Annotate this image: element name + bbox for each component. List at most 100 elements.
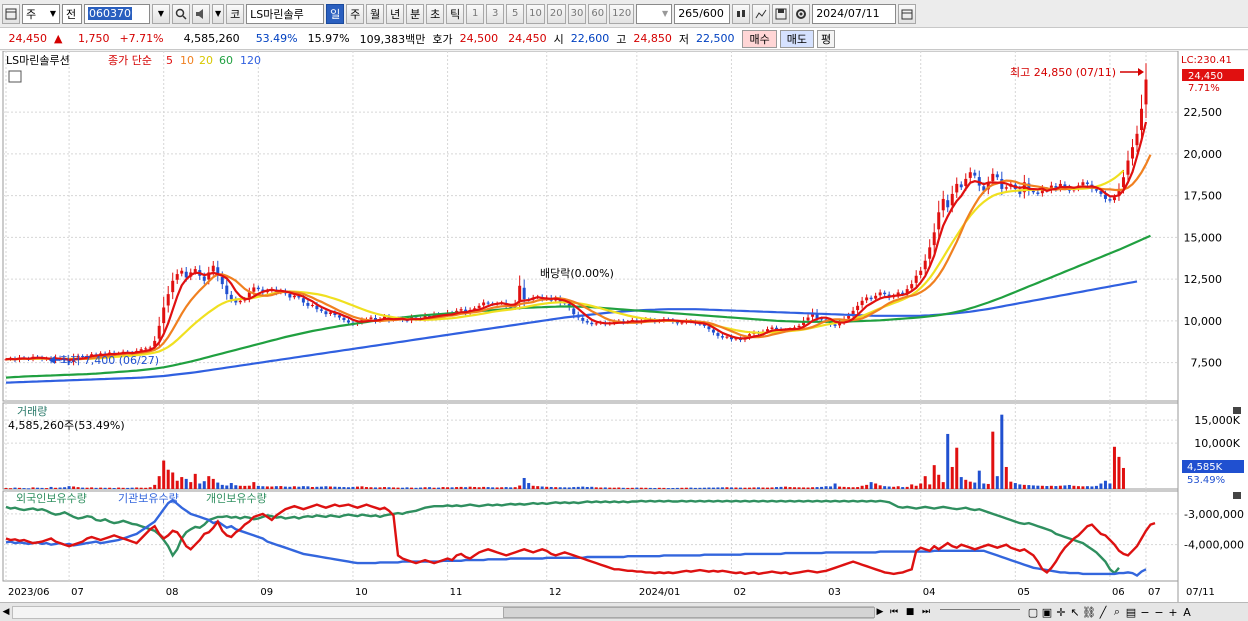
volume-bar — [549, 486, 553, 489]
ownership-panel-close-icon[interactable] — [1233, 492, 1241, 499]
line-tool-icon[interactable]: ╱ — [1096, 606, 1110, 619]
candle-body — [301, 298, 305, 303]
crosshair-icon[interactable]: ✛ — [1054, 606, 1068, 619]
interval-30-button[interactable]: 30 — [567, 3, 587, 24]
interval-1-button[interactable]: 1 — [466, 3, 485, 24]
prefix-field[interactable]: 전 — [62, 3, 82, 24]
ownership-tick-label: -4,000,000 — [1184, 539, 1244, 552]
volume-bar — [261, 486, 265, 489]
code-kind-button[interactable]: 코 — [226, 3, 245, 24]
stock-name-field[interactable]: LS마린솔루 — [246, 3, 325, 24]
volume-bar — [977, 470, 981, 489]
interval-5-button[interactable]: 5 — [506, 3, 525, 24]
code-input[interactable]: 060370 — [84, 3, 150, 24]
tool-button[interactable] — [752, 3, 771, 24]
zoom-slider[interactable] — [940, 609, 1020, 615]
zoom-in-icon[interactable]: + — [1166, 606, 1180, 619]
scroll-right-icon[interactable]: ▶ — [874, 607, 886, 617]
count-input[interactable]: 265/600 — [674, 3, 731, 24]
market-select[interactable]: 주 ▼ — [22, 3, 60, 24]
price-tick-label: 17,500 — [1184, 190, 1223, 203]
volume-bar — [49, 486, 53, 489]
volume-bar — [793, 487, 797, 489]
period-week-button[interactable]: 주 — [346, 3, 365, 24]
volume-bar — [1045, 486, 1049, 489]
code-dropdown-button[interactable]: ▼ — [152, 3, 170, 24]
candle-body — [797, 325, 801, 328]
interval-10-button[interactable]: 10 — [526, 3, 545, 24]
candle-body — [874, 295, 878, 299]
volume-bar — [1031, 485, 1035, 489]
chart-type-button[interactable] — [732, 3, 751, 24]
candle-icon — [737, 9, 746, 17]
print-icon[interactable]: ▤ — [1124, 606, 1138, 619]
split-icon[interactable]: ▣ — [1040, 606, 1054, 619]
volume-bar — [901, 487, 905, 489]
volume-bar — [563, 487, 567, 489]
eval-button[interactable]: 평 — [816, 29, 836, 48]
current-volume-pct: 53.49% — [1187, 475, 1225, 486]
grid-toggle-icon[interactable] — [8, 70, 22, 83]
candle-body — [941, 198, 945, 211]
scroll-left-icon[interactable]: ◀ — [0, 607, 12, 617]
volume-bar — [1099, 483, 1103, 489]
stock-chart[interactable]: 2023/06 07 08 09 10 11 12 2024/01 02 03 04 05 06 07 07… — [0, 50, 1248, 603]
magnifier-icon[interactable]: ⌕ — [1110, 605, 1124, 619]
interval-60-button[interactable]: 60 — [588, 3, 608, 24]
interval-20-button[interactable]: 20 — [546, 3, 566, 24]
candle-body — [946, 200, 950, 208]
forward-icon[interactable]: ⏭ — [918, 607, 934, 617]
stop-icon[interactable]: ■ — [902, 607, 918, 617]
volume-bar — [171, 472, 175, 489]
period-day-button[interactable]: 일 — [326, 3, 345, 24]
volume-bar — [842, 486, 846, 489]
candle-body — [833, 324, 837, 326]
period-second-button[interactable]: 초 — [426, 3, 445, 24]
scroll-bar: ◀ ▶ ⏮ ■ ⏭ ▢ ▣ ✛ ↖ ⛓ ╱ ⌕ ▤ − − + A — [0, 602, 1248, 621]
volume-bar — [85, 487, 89, 489]
candle-body — [319, 309, 323, 311]
speaker-button[interactable] — [192, 3, 210, 24]
volume-bar — [1000, 414, 1004, 489]
rewind-icon[interactable]: ⏮ — [886, 607, 902, 617]
link-icon[interactable]: ⛓ — [1082, 606, 1096, 619]
candle-body — [806, 317, 810, 321]
layout-icon[interactable]: ▢ — [1026, 606, 1040, 619]
speaker-dropdown-button[interactable]: ▼ — [212, 3, 225, 24]
period-year-button[interactable]: 년 — [386, 3, 405, 24]
scroll-track[interactable] — [12, 605, 875, 619]
date-input[interactable]: 2024/07/11 — [812, 3, 897, 24]
save-button[interactable] — [772, 3, 791, 24]
window-icon[interactable] — [2, 3, 20, 24]
zoom-out-icon[interactable]: − — [1138, 606, 1152, 619]
candle-body — [328, 312, 332, 314]
settings-button[interactable] — [792, 3, 811, 24]
volume-bar — [874, 483, 878, 489]
buy-button[interactable]: 매수 — [742, 29, 777, 48]
period-tick-button[interactable]: 틱 — [446, 3, 465, 24]
minus-icon[interactable]: − — [1152, 606, 1166, 619]
candle-body — [910, 284, 914, 289]
font-size-icon[interactable]: A — [1180, 606, 1194, 619]
pointer-icon[interactable]: ↖ — [1068, 606, 1082, 619]
search-button[interactable] — [172, 3, 190, 24]
interval-120-button[interactable]: 120 — [609, 3, 635, 24]
ma5-legend: 5 — [166, 54, 173, 67]
volume-panel-close-icon[interactable] — [1233, 407, 1241, 414]
x-tick-label: 07/11 — [1186, 587, 1215, 598]
volume-bar — [585, 486, 589, 489]
scroll-thumb[interactable] — [503, 606, 875, 618]
period-month-button[interactable]: 월 — [366, 3, 385, 24]
interval-3-button[interactable]: 3 — [486, 3, 505, 24]
calendar-button[interactable] — [898, 3, 917, 24]
volume-bar — [1090, 486, 1094, 489]
candle-body — [220, 277, 224, 285]
volume-bar — [684, 487, 688, 489]
volume-bar — [914, 485, 918, 489]
sell-button[interactable]: 매도 — [779, 29, 814, 48]
interval-custom-select[interactable]: ▼ — [636, 3, 673, 24]
volume-bar — [1004, 466, 1008, 489]
volume-bar — [1067, 484, 1071, 489]
volume-bar — [437, 487, 441, 489]
period-minute-button[interactable]: 분 — [406, 3, 425, 24]
